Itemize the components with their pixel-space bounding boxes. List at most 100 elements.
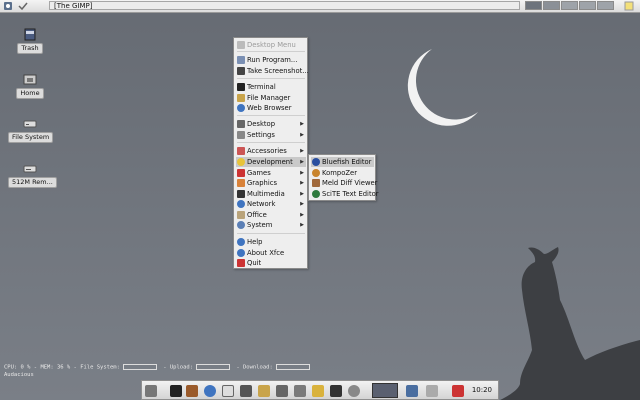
submenu-arrow-icon: ▶ [300,191,304,197]
script-icon[interactable] [294,385,306,397]
book-icon[interactable] [186,385,198,397]
submenu-item-label: Meld Diff Viewer [322,179,378,187]
menu-item-web-browser[interactable]: Web Browser [236,103,306,113]
run-icon [237,56,245,64]
quit-icon [237,259,245,267]
submenu-item-scite[interactable]: SciTE Text Editor [311,189,379,199]
trash-icon [23,27,37,41]
check-icon[interactable] [18,1,28,11]
pager-widget[interactable] [372,383,398,398]
xfce-menu-icon[interactable] [3,1,13,11]
menu-item-label: Quit [247,259,262,267]
notes-icon[interactable] [624,1,634,11]
menu-item-games[interactable]: Games ▶ [236,168,306,178]
submenu-arrow-icon: ▶ [300,170,304,176]
tools-icon[interactable] [258,385,270,397]
menu-item-label: Run Program... [247,56,298,64]
desktop-icon [237,120,245,128]
menu-item-network[interactable]: Network ▶ [236,199,306,209]
games-icon [237,169,245,177]
desktop-icon-label: Home [16,88,44,99]
submenu-arrow-icon: ▶ [300,121,304,127]
menu-item-quit[interactable]: Quit [236,258,306,268]
workspace-5[interactable] [597,1,614,10]
home-folder-icon [23,72,37,86]
download-bar [275,364,310,370]
info-icon [237,249,245,257]
menu-separator [237,78,305,79]
film-icon[interactable] [330,385,342,397]
terminal-icon[interactable] [170,385,182,397]
gear-icon[interactable] [348,385,360,397]
windows-icon[interactable] [222,385,234,397]
desktop-icon-label: 512M Rem... [8,177,57,188]
file-manager-icon [237,94,245,102]
task-button-gimp[interactable]: [The GIMP] [49,1,520,10]
font-icon[interactable] [276,385,288,397]
accessories-icon [237,147,245,155]
desktop-icon-label: Trash [17,43,43,54]
multimedia-icon [237,190,245,198]
submenu-arrow-icon: ▶ [300,132,304,138]
top-panel: [The GIMP] [0,0,640,13]
workspace-1[interactable] [525,1,542,10]
submenu-item-kompozer[interactable]: KompoZer [311,168,374,178]
download-label: Download: [243,364,273,371]
menu-item-accessories[interactable]: Accessories ▶ [236,146,306,156]
desktop-icon-removable[interactable]: 512M Rem... [8,161,57,188]
now-playing-label: Audacious [4,371,34,378]
workspace-3[interactable] [561,1,578,10]
submenu-item-meld[interactable]: Meld Diff Viewer [311,178,378,188]
office-icon [237,211,245,219]
menu-item-run-program[interactable]: Run Program... [236,55,306,65]
menu-item-take-screenshot[interactable]: Take Screenshot... [236,66,309,76]
submenu-item-label: SciTE Text Editor [322,190,379,198]
removable-drive-icon [23,161,37,175]
menu-item-label: Take Screenshot... [247,67,309,75]
menu-item-label: Development [247,158,293,166]
music-icon[interactable] [312,385,324,397]
meld-icon [312,179,320,187]
logout-icon[interactable] [452,385,464,397]
menu-item-label: File Manager [247,94,291,102]
menu-item-graphics[interactable]: Graphics ▶ [236,178,306,188]
cpu-readout: CPU: 0 % [4,364,31,371]
submenu-item-label: Bluefish Editor [322,158,372,166]
menu-item-file-manager[interactable]: File Manager [236,93,306,103]
desktop-icon-trash[interactable]: Trash [8,27,52,54]
menu-item-development[interactable]: Development ▶ [236,157,306,167]
menu-item-system[interactable]: System ▶ [236,220,306,230]
workspace-2[interactable] [543,1,560,10]
menu-item-help[interactable]: Help [236,237,306,247]
menu-item-terminal[interactable]: Terminal [236,82,306,92]
workspace-4[interactable] [579,1,596,10]
menu-item-label: About Xfce [247,249,285,257]
menu-item-settings[interactable]: Settings ▶ [236,130,306,140]
menu-item-label: Web Browser [247,104,292,112]
menu-separator [237,142,305,143]
menu-item-label: Accessories [247,147,287,155]
terminal-icon [237,83,245,91]
menu-item-label: Graphics [247,179,278,187]
clock[interactable]: 10:20 [472,381,492,399]
menu-item-label: Settings [247,131,275,139]
fs-label: File System: [80,364,120,371]
menu-header-icon-wrap [236,40,306,50]
drive-icon[interactable] [426,385,438,397]
tools-icon-2[interactable] [406,385,418,397]
menu-item-label: Help [247,238,263,246]
menu-item-about-xfce[interactable]: About Xfce [236,248,306,258]
menu-item-multimedia[interactable]: Multimedia ▶ [236,189,306,199]
xfce-logo-icon[interactable] [145,385,157,397]
menu-item-desktop[interactable]: Desktop ▶ [236,119,306,129]
desktop-icon-file-system[interactable]: File System [8,116,54,143]
kompozer-icon [312,169,320,177]
menu-item-office[interactable]: Office ▶ [236,210,306,220]
development-submenu: Bluefish Editor KompoZer Meld Diff Viewe… [308,154,379,201]
desktop-icon-home[interactable]: Home [8,72,52,99]
help-icon [237,238,245,246]
network-icon [237,200,245,208]
edit-icon[interactable] [240,385,252,397]
submenu-item-bluefish[interactable]: Bluefish Editor [311,157,374,167]
globe-icon[interactable] [204,385,216,397]
